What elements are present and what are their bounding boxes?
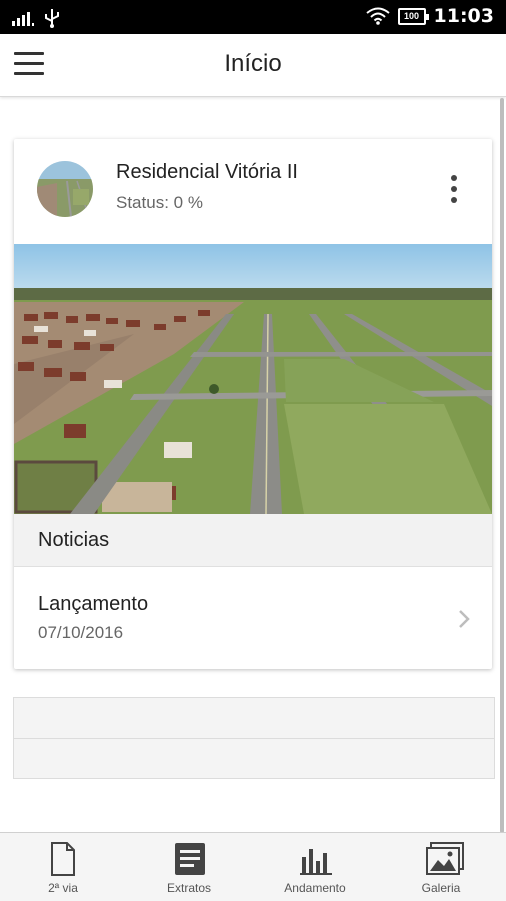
placeholder-card — [13, 697, 495, 779]
usb-icon — [45, 9, 59, 28]
project-card[interactable]: Residencial Vitória II Status: 0 % Notic… — [14, 139, 492, 669]
more-vert-icon[interactable] — [446, 175, 462, 211]
nav-item-2a-via[interactable]: 2ª via — [0, 833, 126, 901]
nav-item-extratos[interactable]: Extratos — [126, 833, 252, 901]
news-item-title: Lançamento — [38, 593, 149, 615]
statement-icon — [175, 843, 205, 875]
battery-icon: 100 — [397, 7, 429, 25]
project-avatar — [37, 161, 93, 217]
nav-item-galeria[interactable]: Galeria — [378, 833, 504, 901]
placeholder-divider — [14, 738, 494, 739]
status-time: 11:03 — [433, 5, 494, 27]
scrollbar[interactable] — [500, 98, 504, 833]
wifi-icon — [365, 7, 390, 25]
news-list-item[interactable]: Lançamento 07/10/2016 — [14, 567, 492, 669]
page-title: Início — [224, 50, 282, 77]
status-left-icons — [12, 8, 60, 28]
nav-label-extratos: Extratos — [166, 881, 211, 895]
status-bar: 100 11:03 — [0, 0, 506, 34]
nav-label-2a-via: 2ª via — [48, 881, 78, 895]
news-section-title: Noticias — [38, 529, 110, 551]
project-status: Status: 0 % — [116, 193, 203, 212]
news-item-date: 07/10/2016 — [38, 623, 124, 642]
status-right-icons: 100 11:03 — [365, 5, 494, 27]
document-icon — [51, 842, 75, 876]
gallery-icon — [426, 842, 464, 875]
chevron-right-icon — [459, 610, 470, 628]
signal-icon — [12, 12, 34, 26]
project-aerial-photo — [14, 244, 492, 514]
nav-item-andamento[interactable]: Andamento — [252, 833, 378, 901]
app-bar: Início — [0, 34, 506, 97]
project-name: Residencial Vitória II — [116, 161, 298, 183]
nav-label-galeria: Galeria — [421, 881, 461, 895]
nav-label-andamento: Andamento — [284, 881, 346, 895]
news-section-header: Noticias — [14, 514, 492, 567]
bottom-navigation: 2ª via Extratos Andamento Galeria — [0, 832, 506, 901]
bar-chart-icon — [300, 849, 332, 875]
